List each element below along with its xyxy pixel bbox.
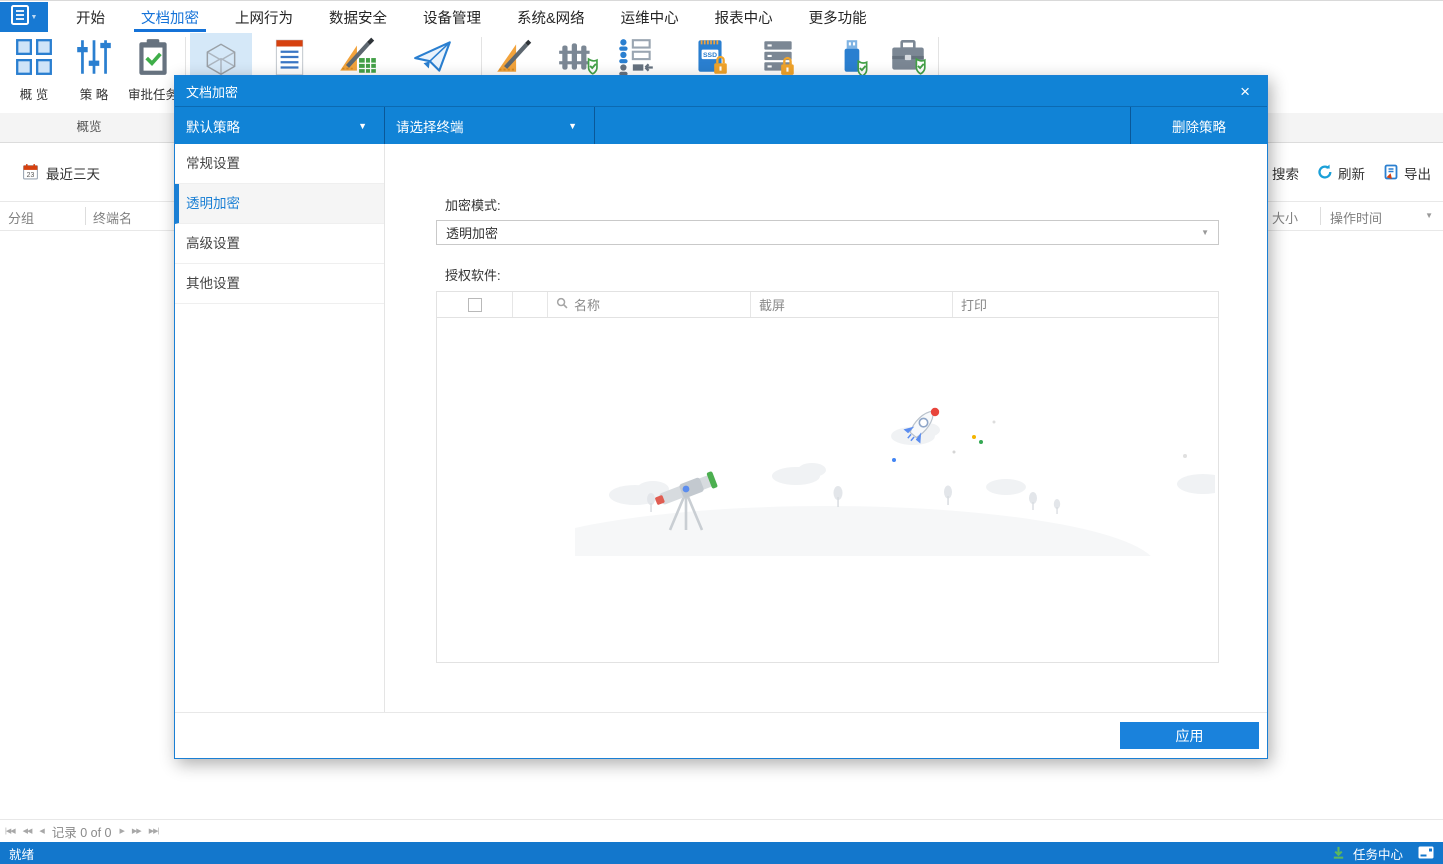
calendar-icon: 23 (22, 163, 39, 183)
pager-fast-prev-icon[interactable]: ◀◀ (23, 827, 33, 835)
column-print-label: 打印 (961, 298, 988, 313)
terminal-select-value: 请选择终端 (396, 119, 464, 135)
encryption-mode-select[interactable]: 透明加密 ▼ (436, 220, 1219, 245)
menu-tab-data-security[interactable]: 数据安全 (322, 2, 394, 32)
dialog-sidebar: 常规设置 透明加密 高级设置 其他设置 (175, 144, 385, 712)
clipboard-check-icon (132, 36, 174, 81)
menu-tab-more[interactable]: 更多功能 (802, 2, 874, 32)
download-icon (1331, 845, 1346, 863)
authorized-software-label: 授权软件: (445, 268, 501, 283)
refresh-icon (1317, 164, 1333, 183)
dialog-toolbar-spacer (595, 107, 1130, 144)
nav-item-other-settings[interactable]: 其他设置 (175, 264, 384, 304)
doc-encryption-dialog: 文档加密 × 默认策略 ▼ 请选择终端 ▼ 删除策略 常规设置 透明加密 高级设… (174, 75, 1268, 759)
dialog-toolbar: 默认策略 ▼ 请选择终端 ▼ 删除策略 (175, 107, 1267, 144)
dialog-footer: 应用 (175, 712, 1267, 758)
export-button[interactable]: 导出 (1383, 163, 1431, 183)
nav-item-general-settings[interactable]: 常规设置 (175, 144, 384, 184)
policy-select-value: 默认策略 (186, 119, 240, 135)
column-separator (85, 207, 86, 225)
application-window: ▼ 开始 文档加密 上网行为 数据安全 设备管理 系统&网络 运维中心 报表中心… (0, 0, 1443, 864)
encryption-mode-label: 加密模式: (445, 198, 501, 213)
refresh-button[interactable]: 刷新 (1317, 163, 1365, 183)
record-count-label: 记录 0 of 0 (51, 825, 112, 840)
export-label: 导出 (1404, 167, 1431, 182)
date-filter-label: 最近三天 (46, 167, 100, 182)
pager-first-icon[interactable]: |◀◀ (5, 827, 16, 835)
date-filter[interactable]: 23 最近三天 (22, 163, 100, 183)
search-icon (556, 297, 568, 312)
nav-item-advanced-settings[interactable]: 高级设置 (175, 224, 384, 264)
menu-tab-report-center[interactable]: 报表中心 (708, 2, 780, 32)
sliders-icon (73, 36, 115, 81)
column-header-time[interactable]: 操作时间 (1330, 208, 1382, 227)
pager-next-icon[interactable]: ▶ (120, 827, 125, 835)
menu-tab-system-network[interactable]: 系统&网络 (510, 2, 592, 32)
terminal-select[interactable]: 请选择终端 ▼ (385, 107, 595, 144)
nav-item-transparent-encryption[interactable]: 透明加密 (175, 184, 384, 224)
status-bar: 就绪 任务中心 (0, 842, 1443, 864)
ribbon-button-label: 策 略 (79, 88, 109, 102)
software-table-header: 名称 截屏 打印 (437, 292, 1218, 318)
menu-tab-start[interactable]: 开始 (69, 2, 112, 32)
ribbon-button-label: 概 览 (19, 88, 49, 102)
pager-prev-icon[interactable]: ◀ (39, 827, 44, 835)
spacer-cell (512, 292, 547, 317)
menu-tab-web-behavior[interactable]: 上网行为 (228, 2, 300, 32)
app-menu-button[interactable]: ▼ (0, 2, 48, 32)
pager-fast-next-icon[interactable]: ▶▶ (132, 827, 142, 835)
column-filter-arrow-icon[interactable]: ▼ (1425, 211, 1433, 220)
chevron-down-icon: ▼ (30, 13, 38, 21)
chevron-down-icon: ▼ (358, 120, 367, 131)
policy-select[interactable]: 默认策略 ▼ (175, 107, 385, 144)
app-document-icon (10, 4, 29, 30)
export-icon (1383, 164, 1399, 183)
refresh-label: 刷新 (1338, 167, 1365, 182)
ribbon-policy-button[interactable]: 策 略 (66, 36, 122, 103)
ribbon-overview-button[interactable]: 概 览 (6, 36, 62, 103)
apply-button[interactable]: 应用 (1120, 722, 1259, 749)
column-header-terminal[interactable]: 终端名 (93, 208, 132, 227)
column-screenshot-label: 截屏 (759, 298, 786, 313)
dialog-title: 文档加密 (186, 84, 239, 100)
ribbon-group-label: 概览 (76, 120, 102, 134)
select-all-checkbox[interactable] (467, 297, 482, 312)
pagination-bar: |◀◀ ◀◀ ◀ 记录 0 of 0 ▶ ▶▶ ▶▶| (0, 819, 1443, 842)
encryption-mode-value: 透明加密 (446, 226, 499, 241)
search-label: 搜索 (1272, 167, 1299, 182)
column-separator (1320, 207, 1321, 225)
pager-last-icon[interactable]: ▶▶| (149, 827, 160, 835)
column-header-name[interactable]: 名称 (547, 292, 750, 317)
chevron-down-icon: ▼ (568, 120, 577, 131)
svg-text:SSD: SSD (703, 52, 717, 59)
workspace-actions: 搜索 刷新 导出 (1251, 163, 1431, 183)
svg-text:23: 23 (27, 172, 35, 179)
message-panel-icon[interactable] (1418, 846, 1434, 862)
dialog-title-bar: 文档加密 × (175, 76, 1267, 107)
menu-tab-device-mgmt[interactable]: 设备管理 (416, 2, 488, 32)
select-all-cell (437, 292, 512, 317)
ribbon-button-label: 审批任务 (127, 88, 178, 102)
menu-bar: ▼ 开始 文档加密 上网行为 数据安全 设备管理 系统&网络 运维中心 报表中心… (0, 2, 1443, 32)
delete-policy-button[interactable]: 删除策略 (1130, 107, 1267, 144)
menu-tab-ops-center[interactable]: 运维中心 (614, 2, 686, 32)
chevron-down-icon: ▼ (1201, 228, 1209, 237)
status-ready-label: 就绪 (9, 848, 35, 862)
grid-icon (13, 36, 55, 81)
column-header-size[interactable]: 大小 (1272, 208, 1298, 227)
close-icon[interactable]: × (1234, 83, 1256, 100)
column-header-screenshot[interactable]: 截屏 (750, 292, 952, 317)
column-header-group[interactable]: 分组 (8, 208, 34, 227)
task-center-button[interactable]: 任务中心 (1353, 844, 1403, 863)
menu-tab-doc-encryption[interactable]: 文档加密 (134, 2, 206, 32)
column-header-print[interactable]: 打印 (952, 292, 1218, 317)
empty-state-illustration (497, 396, 1229, 630)
menu-tabs: 开始 文档加密 上网行为 数据安全 设备管理 系统&网络 运维中心 报表中心 更… (58, 2, 885, 32)
column-name-label: 名称 (574, 298, 601, 313)
